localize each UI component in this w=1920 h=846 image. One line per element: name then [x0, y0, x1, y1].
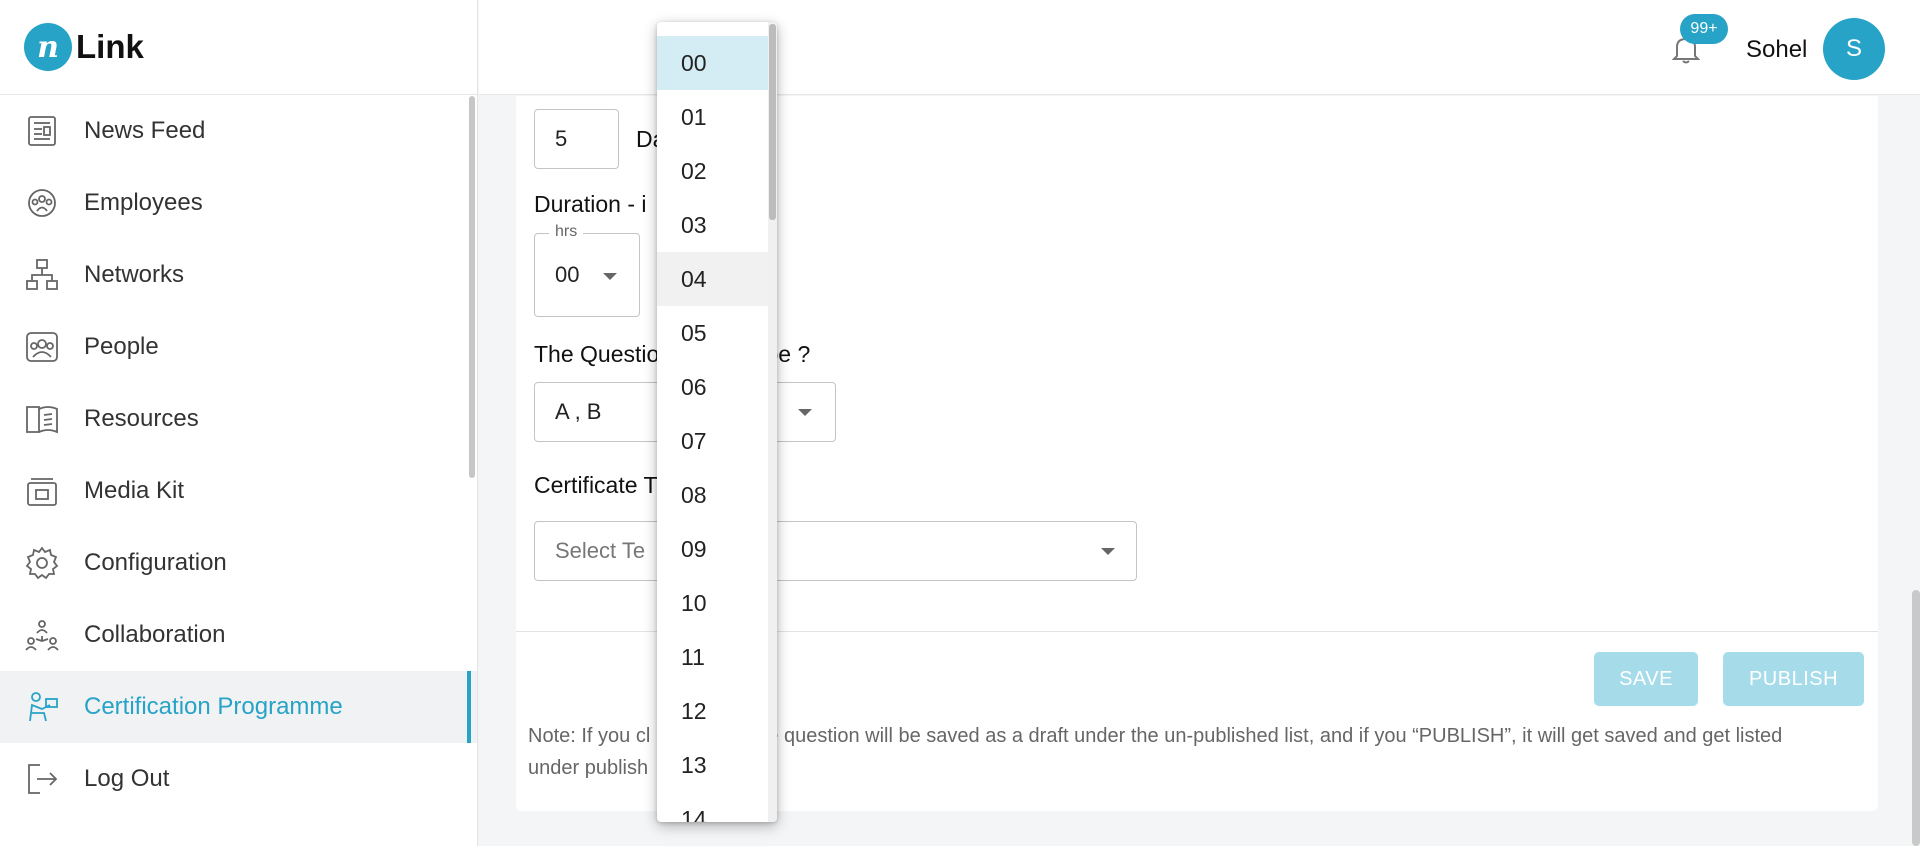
dropdown-option[interactable]: 08 [657, 468, 769, 522]
employees-icon [24, 185, 60, 221]
chevron-down-icon [798, 409, 812, 416]
sidebar-item-networks[interactable]: Networks [0, 239, 477, 311]
days-input[interactable]: 5 [534, 109, 619, 169]
sidebar-scrollbar[interactable] [469, 96, 475, 478]
certification-icon [24, 689, 60, 725]
logo-mark: n [24, 23, 72, 71]
duration-label: Duration - i [534, 191, 647, 217]
days-value: 5 [555, 126, 568, 151]
sidebar-item-collaboration[interactable]: Collaboration [0, 599, 477, 671]
networks-icon [24, 257, 60, 293]
resources-icon [24, 401, 60, 437]
sidebar-item-certification-programme[interactable]: Certification Programme [0, 671, 477, 743]
dropdown-option[interactable]: 12 [657, 684, 769, 738]
dropdown-scroll-thumb[interactable] [769, 24, 776, 220]
logo-text: Link [76, 28, 144, 65]
publish-button[interactable]: PUBLISH [1723, 652, 1864, 706]
logout-icon [24, 761, 60, 797]
sidebar-item-label: Certification Programme [84, 693, 343, 720]
people-icon [24, 329, 60, 365]
dropdown-option[interactable]: 03 [657, 198, 769, 252]
dropdown-option[interactable]: 05 [657, 306, 769, 360]
notification-badge: 99+ [1680, 14, 1728, 44]
dropdown-option[interactable]: 06 [657, 360, 769, 414]
chevron-down-icon [603, 273, 617, 280]
template-placeholder: Select Te [555, 538, 646, 563]
dropdown-option[interactable]: 07 [657, 414, 769, 468]
question-type-label: The Questio [534, 341, 660, 367]
user-name[interactable]: Sohel [1746, 36, 1807, 64]
sidebar-item-label: Configuration [84, 549, 227, 576]
sidebar-item-label: Log Out [84, 765, 170, 792]
dropdown-option[interactable]: 09 [657, 522, 769, 576]
dropdown-option[interactable]: 00 [657, 36, 769, 90]
sidebar-item-resources[interactable]: Resources [0, 383, 477, 455]
certificate-template-select[interactable]: Select Te [534, 521, 1137, 581]
hrs-legend: hrs [549, 223, 584, 241]
note-line1-left: Note: If you cl [528, 725, 651, 747]
media-kit-icon [24, 473, 60, 509]
page-scrollbar[interactable] [1912, 590, 1920, 846]
question-type-value: A , B [555, 399, 602, 424]
sidebar-item-label: Media Kit [84, 477, 185, 504]
hours-select[interactable]: hrs 00 [534, 223, 640, 317]
sidebar-nav: News Feed Employees Networks People Reso… [0, 95, 477, 815]
certificate-template-label: Certificate T [534, 472, 658, 498]
sidebar-item-label: Resources [84, 405, 199, 432]
sidebar-item-employees[interactable]: Employees [0, 167, 477, 239]
sidebar-item-log-out[interactable]: Log Out [0, 743, 477, 815]
sidebar-item-label: People [84, 333, 159, 360]
avatar[interactable]: S [1823, 18, 1885, 80]
chevron-down-icon [1101, 548, 1115, 555]
hours-value: 00 [555, 262, 580, 287]
dropdown-option[interactable]: 01 [657, 90, 769, 144]
gear-icon [24, 545, 60, 581]
note-line1-right: e question will be saved as a draft unde… [767, 725, 1783, 747]
sidebar-item-label: News Feed [84, 117, 206, 144]
app-logo[interactable]: n Link [0, 0, 477, 95]
sidebar-item-label: Employees [84, 189, 203, 216]
dropdown-option[interactable]: 10 [657, 576, 769, 630]
sidebar-item-label: Collaboration [84, 621, 226, 648]
sidebar-item-news-feed[interactable]: News Feed [0, 95, 477, 167]
sidebar-item-media-kit[interactable]: Media Kit [0, 455, 477, 527]
hours-dropdown-menu[interactable]: 00 01 02 03 04 05 06 07 08 09 10 11 12 1… [657, 22, 777, 822]
collaboration-icon [24, 617, 60, 653]
dropdown-option[interactable]: 14 [657, 792, 769, 823]
dropdown-option[interactable]: 13 [657, 738, 769, 792]
sidebar-item-people[interactable]: People [0, 311, 477, 383]
save-button[interactable]: SAVE [1594, 652, 1698, 706]
note-line2-left: under publish [528, 757, 649, 779]
sidebar: n Link News Feed Employees Networks Peop… [0, 0, 478, 846]
sidebar-item-configuration[interactable]: Configuration [0, 527, 477, 599]
news-feed-icon [24, 113, 60, 149]
hours-options-list: 00 01 02 03 04 05 06 07 08 09 10 11 12 1… [657, 36, 769, 822]
dropdown-scrollbar[interactable] [768, 22, 777, 822]
sidebar-item-label: Networks [84, 261, 185, 288]
dropdown-option[interactable]: 04 [657, 252, 769, 306]
dropdown-option[interactable]: 02 [657, 144, 769, 198]
dropdown-option[interactable]: 11 [657, 630, 769, 684]
